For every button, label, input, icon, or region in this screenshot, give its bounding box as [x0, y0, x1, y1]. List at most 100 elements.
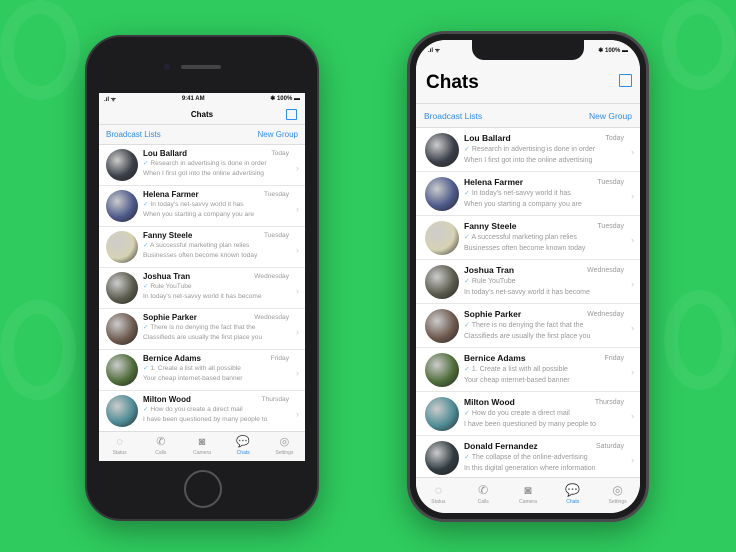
chat-preview: ✓ In today's net-savvy world it has	[464, 188, 624, 199]
chat-date: Tuesday	[597, 223, 624, 230]
chat-preview-second: When you starting a company you are	[143, 211, 255, 218]
chat-header: Bernice Adams Friday	[143, 354, 289, 364]
broadcast-lists-link[interactable]: Broadcast Lists	[424, 104, 482, 127]
contact-name: Joshua Tran	[143, 272, 191, 281]
chat-preview: ✓ Rule YouTube	[143, 282, 289, 292]
chat-row[interactable]: Lou Ballard Today ✓ Research in advertisin…	[99, 145, 305, 186]
avatar	[106, 190, 138, 222]
chats-icon: 💬	[565, 483, 581, 497]
contact-name: Helena Farmer	[143, 190, 199, 199]
chat-preview: ✓ 1. Create a list with all possible	[143, 364, 289, 374]
tab-settings[interactable]: ◎ Settings	[264, 432, 305, 461]
contact-name: Sophie Parker	[143, 313, 197, 322]
chat-header: Donald Fernandez Saturday	[464, 441, 624, 452]
chevron-right-icon: ›	[296, 327, 299, 337]
tab-settings[interactable]: ◎ Settings	[595, 478, 640, 509]
chat-preview: ✓ Research in advertising is done in ord…	[464, 144, 624, 155]
chat-row[interactable]: Milton Wood Thursday ✓ How do you create a…	[416, 392, 640, 436]
broadcast-lists-link[interactable]: Broadcast Lists	[106, 125, 161, 144]
chat-header: Milton Wood Thursday	[464, 397, 624, 408]
chat-date: Thursday	[261, 396, 290, 403]
chat-list: Lou Ballard Today ✓ Research in advertisin…	[99, 145, 305, 432]
chat-text: Milton Wood Thursday ✓ How do you create a…	[464, 397, 640, 435]
tab-calls[interactable]: ✆ Calls	[461, 478, 506, 509]
new-group-link[interactable]: New Group	[589, 104, 632, 127]
tab-label: Calls	[477, 499, 489, 505]
tab-chats[interactable]: 💬 Chats	[223, 432, 264, 461]
tab-camera[interactable]: ◙ Camera	[181, 432, 222, 461]
tab-status[interactable]: ◌ Status	[416, 478, 461, 509]
compose-icon[interactable]	[286, 109, 297, 120]
contact-name: Fanny Steele	[464, 221, 517, 231]
preview-text: 1. Create a list with all possible	[471, 366, 568, 373]
chat-preview: ✓ 1. Create a list with all possible	[464, 364, 624, 375]
chat-row[interactable]: Lou Ballard Today ✓ Research in advertisin…	[416, 128, 640, 172]
avatar	[425, 177, 459, 211]
tab-calls[interactable]: ✆ Calls	[140, 432, 181, 461]
tab-chats[interactable]: 💬 Chats	[550, 478, 595, 509]
chat-preview: ✓ In today's net-savvy world it has	[143, 200, 289, 210]
chat-row[interactable]: Helena Farmer Tuesday ✓ In today's net-sav…	[99, 186, 305, 227]
compose-icon[interactable]	[619, 74, 632, 87]
chevron-right-icon: ›	[631, 147, 634, 158]
chat-date: Friday	[604, 355, 624, 362]
screen: .ıl ᯤ 9:41 AM ✱ 100% ▬ Chats Broadcast L…	[99, 93, 305, 461]
settings-icon: ◎	[279, 436, 290, 448]
chat-row[interactable]: Joshua Tran Wednesday ✓ Rule YouTube In tod…	[416, 260, 640, 304]
preview-text: How do you create a direct mail	[471, 410, 570, 417]
chevron-right-icon: ›	[631, 455, 634, 466]
avatar	[106, 231, 138, 263]
signal-icon: .ıl ᯤ	[428, 48, 441, 54]
chat-row[interactable]: Fanny Steele Tuesday ✓ A successful market…	[99, 227, 305, 268]
chat-preview-second: Businesses often become known today	[464, 245, 586, 252]
tab-camera[interactable]: ◙ Camera	[506, 478, 551, 509]
chat-text: Helena Farmer Tuesday ✓ In today's net-sav…	[464, 177, 640, 215]
avatar	[425, 441, 459, 475]
chevron-right-icon: ›	[296, 409, 299, 419]
tab-label: Calls	[155, 450, 167, 456]
contact-name: Fanny Steele	[143, 231, 193, 240]
chat-text: Bernice Adams Friday ✓ 1. Create a list wi…	[143, 354, 305, 390]
chat-date: Wednesday	[587, 267, 624, 274]
chat-preview: ✓ A successful marketing plan relies	[464, 232, 624, 243]
chat-row[interactable]: Fanny Steele Tuesday ✓ A successful market…	[416, 216, 640, 260]
chat-header: Sophie Parker Wednesday	[143, 313, 289, 323]
chat-preview-second: Your cheap internet-based banner	[143, 375, 243, 382]
contact-name: Helena Farmer	[464, 177, 524, 187]
front-camera	[164, 64, 170, 70]
chat-row[interactable]: Sophie Parker Wednesday ✓ There is no deny…	[99, 309, 305, 350]
chat-row[interactable]: Milton Wood Thursday ✓ How do you create a…	[99, 391, 305, 432]
chat-text: Lou Ballard Today ✓ Research in advertisin…	[143, 149, 305, 185]
chat-header: Joshua Tran Wednesday	[143, 272, 289, 282]
chat-header: Joshua Tran Wednesday	[464, 265, 624, 276]
preview-text: There is no denying the fact that the	[150, 324, 256, 331]
chat-row[interactable]: Helena Farmer Tuesday ✓ In today's net-sav…	[416, 172, 640, 216]
chat-text: Joshua Tran Wednesday ✓ Rule YouTube In tod…	[143, 272, 305, 308]
avatar	[106, 149, 138, 181]
tab-label: Chats	[566, 499, 580, 505]
contact-name: Bernice Adams	[464, 353, 526, 363]
status-bar: .ıl ᯤ 9:41 AM ✱ 100% ▬	[99, 93, 305, 104]
page-title: Chats	[190, 110, 214, 119]
chat-preview-second: Businesses often become known today	[143, 252, 258, 259]
home-button[interactable]	[184, 470, 222, 508]
chevron-right-icon: ›	[296, 245, 299, 255]
chat-row[interactable]: Bernice Adams Friday ✓ 1. Create a list wi…	[416, 348, 640, 392]
chat-row[interactable]: Joshua Tran Wednesday ✓ Rule YouTube In tod…	[99, 268, 305, 309]
read-check-icon: ✓	[464, 410, 472, 417]
tab-bar: ◌ Status ✆ Calls ◙ Camera 💬 Chats ◎ Settings	[99, 431, 305, 461]
battery-icon: ✱ 100% ▬	[598, 47, 628, 54]
chat-row[interactable]: Bernice Adams Friday ✓ 1. Create a list wi…	[99, 350, 305, 391]
preview-text: Research in advertising is done in order	[150, 160, 267, 167]
read-check-icon: ✓	[464, 366, 472, 373]
chat-preview-second: In today's net-savvy world it has become	[464, 289, 590, 296]
chat-row[interactable]: Sophie Parker Wednesday ✓ There is no deny…	[416, 304, 640, 348]
chat-text: Sophie Parker Wednesday ✓ There is no deny…	[464, 309, 640, 347]
chat-row[interactable]: Donald Fernandez Saturday ✓ The collapse o…	[416, 436, 640, 480]
tab-status[interactable]: ◌ Status	[99, 432, 140, 461]
avatar	[106, 395, 138, 427]
preview-text: The collapse of the online-advertising	[471, 454, 588, 461]
nav-bar: Chats	[99, 104, 305, 125]
new-group-link[interactable]: New Group	[258, 125, 298, 144]
signal-icon: .ıl ᯤ	[104, 96, 117, 103]
